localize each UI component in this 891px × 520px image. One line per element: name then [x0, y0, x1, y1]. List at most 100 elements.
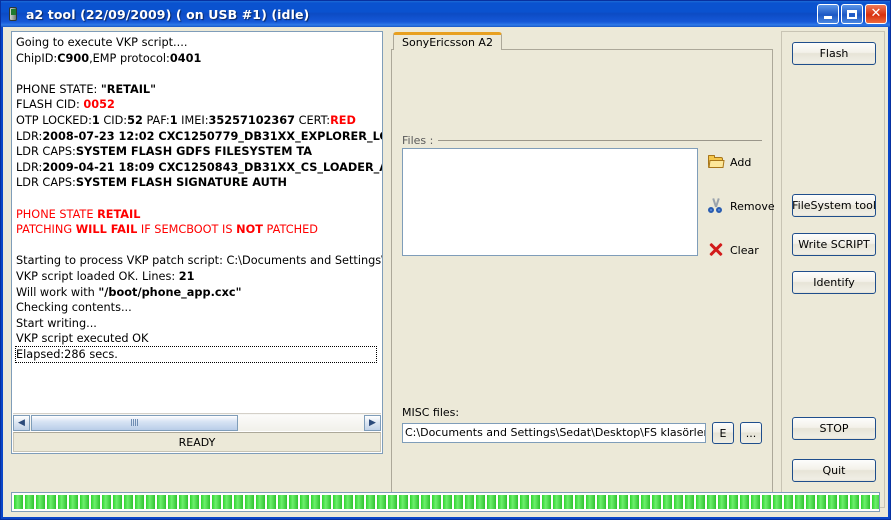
tab-sonyericsson-a2[interactable]: SonyEricsson A2 — [393, 32, 502, 50]
identify-button[interactable]: Identify — [792, 271, 876, 294]
progress-segment — [80, 495, 89, 509]
progress-segment — [685, 495, 694, 509]
log-output[interactable]: Going to execute VKP script.... ChipID:C9… — [12, 32, 382, 410]
status-bar: READY — [13, 432, 381, 452]
log-segment: 52 — [127, 113, 143, 127]
misc-browse-button[interactable]: ... — [740, 422, 762, 444]
progress-segment — [322, 495, 331, 509]
minimize-icon — [824, 15, 832, 19]
log-segment: PATCHED — [262, 223, 318, 237]
progress-segment — [157, 495, 166, 509]
log-line: LDR:2008-07-23 12:02 CXC1250779_DB31XX_E… — [16, 129, 382, 145]
status-text: READY — [178, 435, 216, 449]
remove-label: Remove — [730, 199, 775, 213]
progress-segment — [113, 495, 122, 509]
quit-button[interactable]: Quit — [792, 459, 876, 482]
files-listbox[interactable] — [402, 148, 698, 256]
chevron-left-icon[interactable]: ◀ — [13, 414, 30, 431]
log-line: PATCHING WILL FAIL IF SEMCBOOT IS NOT PA… — [16, 222, 382, 238]
flash-button[interactable]: Flash — [792, 42, 876, 65]
progress-segment — [432, 495, 441, 509]
flash-button-label: Flash — [819, 47, 849, 60]
log-line-focused: Elapsed:286 secs. — [15, 345, 377, 364]
progress-segment — [795, 495, 804, 509]
log-segment: PHONE STATE — [16, 207, 98, 221]
log-segment: FLASH CID: — [16, 98, 84, 112]
progress-bar-fill — [14, 495, 879, 509]
misc-path-input[interactable]: C:\Documents and Settings\Sedat\Desktop\… — [402, 423, 706, 443]
tab-panel: Files : Add Remove Clear MISC files: C:\… — [391, 49, 775, 508]
log-horizontal-scrollbar[interactable]: ◀ ▶ — [13, 413, 381, 431]
write-script-button[interactable]: Write SCRIPT — [792, 233, 876, 256]
progress-segment — [47, 495, 56, 509]
tab-strip: SonyEricsson A2 — [391, 31, 773, 50]
client-area: Going to execute VKP script.... ChipID:C9… — [3, 27, 888, 517]
progress-segment — [773, 495, 782, 509]
progress-segment — [234, 495, 243, 509]
progress-segment — [443, 495, 452, 509]
add-label: Add — [730, 155, 752, 169]
log-line: VKP script executed OK — [16, 331, 382, 347]
progress-segment — [465, 495, 474, 509]
close-icon: ✕ — [870, 6, 882, 21]
progress-segment — [168, 495, 177, 509]
progress-segment — [377, 495, 386, 509]
red-x-icon — [708, 242, 724, 258]
misc-files-row: C:\Documents and Settings\Sedat\Desktop\… — [402, 422, 762, 444]
progress-segment — [146, 495, 155, 509]
scrollbar-thumb[interactable] — [31, 414, 239, 431]
progress-segment — [102, 495, 111, 509]
scrollbar-grip — [131, 419, 139, 426]
progress-segment — [289, 495, 298, 509]
log-segment: PATCHING — [16, 223, 76, 237]
progress-segment — [597, 495, 606, 509]
progress-segment — [333, 495, 342, 509]
progress-segment — [267, 495, 276, 509]
progress-segment — [25, 495, 34, 509]
filesystem-tool-button[interactable]: FileSystem tool — [792, 194, 876, 217]
minimize-button[interactable] — [817, 4, 839, 24]
progress-segment — [850, 495, 859, 509]
log-segment: WILL FAIL — [75, 223, 138, 237]
log-segment: ,EMP protocol: — [89, 51, 170, 65]
progress-segment — [663, 495, 672, 509]
files-group: Files : Add Remove Clear — [402, 134, 775, 259]
log-line: VKP script loaded OK. Lines: 21 — [16, 269, 382, 285]
misc-edit-button[interactable]: E — [712, 422, 734, 444]
log-line: Will work with "/boot/phone_app.cxc" — [16, 285, 382, 301]
log-segment: "RETAIL" — [100, 82, 157, 96]
stop-button[interactable]: STOP — [792, 417, 876, 440]
progress-segment — [806, 495, 815, 509]
progress-segment — [223, 495, 232, 509]
chevron-right-icon[interactable]: ▶ — [364, 414, 381, 431]
progress-segment — [388, 495, 397, 509]
log-segment: LDR CAPS: — [16, 176, 76, 190]
log-segment: 2008-07-23 12:02 CXC1250779_DB31XX_EXPLO… — [42, 129, 382, 143]
maximize-button[interactable] — [841, 4, 863, 24]
log-line: Elapsed:286 secs. — [15, 345, 382, 364]
files-group-legend: Files : — [402, 134, 762, 147]
progress-segment — [740, 495, 749, 509]
log-line: LDR:2009-04-21 18:09 CXC1250843_DB31XX_C… — [16, 160, 382, 176]
log-segment: IMEI: — [177, 113, 209, 127]
folder-icon — [708, 154, 725, 170]
progress-segment — [355, 495, 364, 509]
log-segment: 21 — [178, 269, 195, 283]
progress-segment — [762, 495, 771, 509]
close-button[interactable]: ✕ — [865, 4, 887, 24]
log-line: PHONE STATE: "RETAIL" — [16, 82, 382, 98]
identify-button-label: Identify — [813, 276, 855, 289]
progress-segment — [630, 495, 639, 509]
progress-segment — [36, 495, 45, 509]
log-segment: 0401 — [169, 51, 202, 65]
progress-segment — [751, 495, 760, 509]
progress-segment — [839, 495, 848, 509]
window-controls: ✕ — [817, 4, 887, 24]
tab-label: SonyEricsson A2 — [402, 36, 493, 49]
scrollbar-track[interactable] — [30, 414, 364, 431]
progress-segment — [498, 495, 507, 509]
progress-segment — [784, 495, 793, 509]
log-panel: Going to execute VKP script.... ChipID:C9… — [11, 31, 383, 454]
progress-segment — [619, 495, 628, 509]
